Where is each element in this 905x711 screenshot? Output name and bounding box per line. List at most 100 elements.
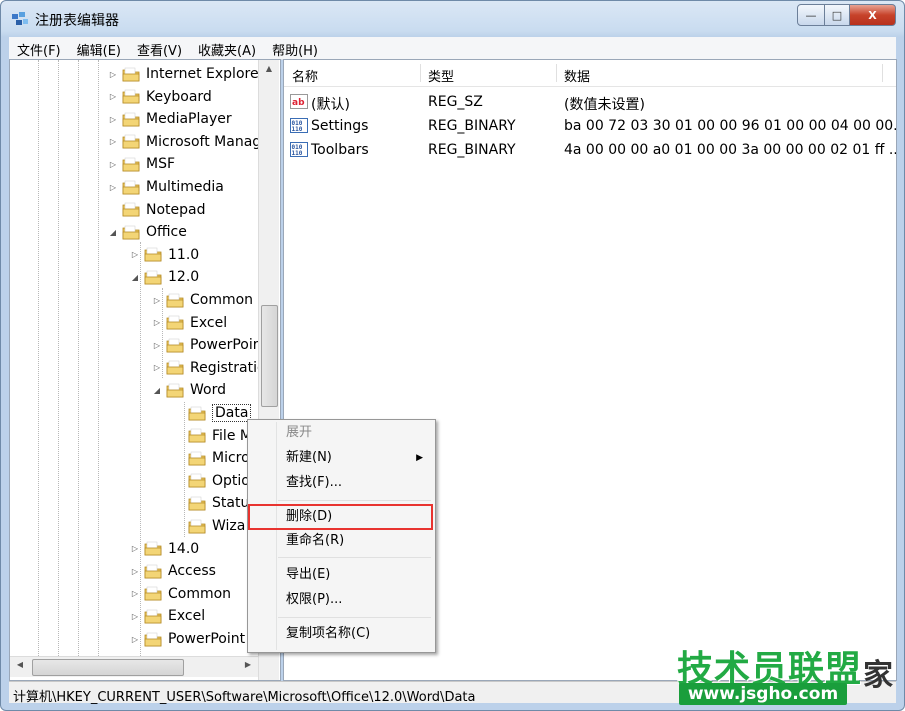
column-separator[interactable] [882,64,883,82]
tree-node[interactable]: ▷ Multimedia [108,176,224,198]
expand-arrow-icon[interactable]: ▷ [108,159,118,169]
expand-arrow-icon[interactable]: ▷ [130,544,140,554]
value-row[interactable]: 010 110 Settings REG_BINARY ba 00 72 03 30 0… [284,114,896,138]
maximize-button[interactable]: □ [825,4,850,26]
key-tree-pane[interactable]: ▷ Internet Explorer ▷ Keyboard ▷ MediaPlayer ▷… [9,59,281,681]
collapse-arrow-icon[interactable]: ◢ [152,385,162,395]
value-type: REG_BINARY [428,142,516,158]
tree-node[interactable]: Data [174,402,252,424]
menu-item-export[interactable]: 导出(E) [286,564,330,586]
tree-node-label: Office [146,224,187,241]
value-row[interactable]: ab (默认) REG_SZ (数值未设置) [284,90,896,114]
minimize-button[interactable]: — [797,4,825,26]
column-separator[interactable] [420,64,421,82]
expand-arrow-icon[interactable]: ▷ [152,318,162,328]
tree-node[interactable]: ▷ Microsoft Manag [108,131,261,153]
column-separator[interactable] [556,64,557,82]
column-header-name[interactable]: 名称 [292,66,318,85]
menu-separator [278,617,431,618]
tree-horizontal-scrollbar[interactable]: ◀ ▶ [10,656,258,677]
tree-node[interactable]: Optio [174,470,250,492]
column-header-data[interactable]: 数据 [564,66,590,85]
menu-item-new[interactable]: 新建(N) [286,447,426,469]
collapse-arrow-icon[interactable]: ◢ [108,227,118,237]
tree-node[interactable]: ▷ PowerPoir [152,334,259,356]
menu-edit[interactable]: 编辑(E) [69,37,129,59]
scrollbar-thumb[interactable] [32,659,184,676]
tree-node[interactable]: Wiza [174,515,245,537]
scroll-right-arrow-icon[interactable]: ▶ [242,660,254,672]
menu-item-rename[interactable]: 重命名(R) [286,530,344,552]
expander-placeholder [174,476,184,486]
value-row[interactable]: 010 110 Toolbars REG_BINARY 4a 00 00 00 a0 0… [284,138,896,162]
tree-node[interactable]: Statu [174,492,249,514]
expand-arrow-icon[interactable]: ▷ [152,340,162,350]
value-name: (默认) [311,97,350,113]
tree-node[interactable]: ▷ 14.0 [130,538,199,560]
expand-arrow-icon[interactable]: ▷ [108,114,118,124]
expand-arrow-icon[interactable]: ▷ [108,182,118,192]
binary-value-icon: 010 110 [290,118,308,133]
folder-icon [188,451,206,466]
tree-node[interactable]: ▷ Keyboard [108,86,212,108]
scroll-left-arrow-icon[interactable]: ◀ [14,660,26,672]
menu-file[interactable]: 文件(F) [9,37,69,59]
tree-node[interactable]: ▷ MSF [108,153,175,175]
folder-icon [122,67,140,81]
tree-node[interactable]: File M [174,425,252,447]
expand-arrow-icon[interactable]: ▷ [108,92,118,102]
title-bar[interactable]: 注册表编辑器 — □ X [1,1,904,37]
expand-arrow-icon[interactable]: ▷ [130,634,140,644]
close-button[interactable]: X [850,4,896,26]
menu-item-copy-key-name[interactable]: 复制项名称(C) [286,623,370,645]
tree-node[interactable]: ◢ Office [108,221,187,243]
expand-arrow-icon[interactable]: ▷ [152,295,162,305]
tree-guide-line [38,60,39,656]
expand-arrow-icon[interactable]: ▷ [108,69,118,79]
tree-node[interactable]: ▷ Internet Explorer [108,63,264,85]
menu-favorites[interactable]: 收藏夹(A) [190,37,264,59]
tree-node[interactable]: ◢ 12.0 [130,266,199,288]
tree-node[interactable]: ▷ MediaPlayer [108,108,232,130]
folder-icon [144,248,162,262]
value-data: (数值未设置) [564,97,645,113]
expand-arrow-icon[interactable]: ▷ [152,363,162,373]
tree-node-label: Common [168,585,232,602]
scroll-up-arrow-icon[interactable]: ▲ [263,64,275,76]
folder-icon [188,496,206,511]
tree-node[interactable]: ▷ 11.0 [130,244,199,266]
expand-arrow-icon[interactable]: ▷ [130,589,140,599]
tree-node[interactable]: ▷ Excel [130,605,205,627]
tree-node-label: Internet Explorer [146,66,265,82]
tree-node[interactable]: ▷ Common [152,289,253,311]
expander-placeholder [174,431,184,441]
expand-arrow-icon[interactable]: ▷ [130,611,140,621]
menu-view[interactable]: 查看(V) [129,37,190,59]
menu-help[interactable]: 帮助(H) [264,37,326,59]
expand-arrow-icon[interactable]: ▷ [108,137,118,147]
tree-node[interactable]: ▷ Common [130,583,231,605]
column-header-type[interactable]: 类型 [428,66,454,85]
expand-arrow-icon[interactable]: ▷ [130,250,140,260]
expand-arrow-icon[interactable]: ▷ [130,566,140,576]
tree-node[interactable]: ▷ Excel [152,312,227,334]
menu-item-permissions[interactable]: 权限(P)... [286,589,342,611]
folder-icon [122,89,140,104]
tree-node[interactable]: Notepad [108,199,206,221]
tree-node[interactable]: ◢ Word [152,379,226,401]
tree-node-label: Micro [212,450,250,467]
tree-node[interactable]: ▷ Registratic [152,357,265,379]
folder-icon [122,157,140,172]
scrollbar-thumb[interactable] [261,305,278,407]
folder-icon [122,180,140,194]
menu-item-find[interactable]: 查找(F)... [286,472,342,494]
value-data: 4a 00 00 00 a0 01 00 00 3a 00 00 00 02 0… [564,142,897,158]
collapse-arrow-icon[interactable]: ◢ [130,272,140,282]
watermark: 技术员联盟 www.jsgho.com 家 [677,640,905,711]
menu-item-delete[interactable]: 删除(D) [286,506,332,528]
tree-node[interactable]: ▷ PowerPoint [130,628,245,650]
tree-guide-line [98,60,99,656]
tree-node-label: Optio [212,472,250,489]
tree-node[interactable]: ▷ Access [130,560,216,582]
tree-node[interactable]: Micro [174,447,250,469]
